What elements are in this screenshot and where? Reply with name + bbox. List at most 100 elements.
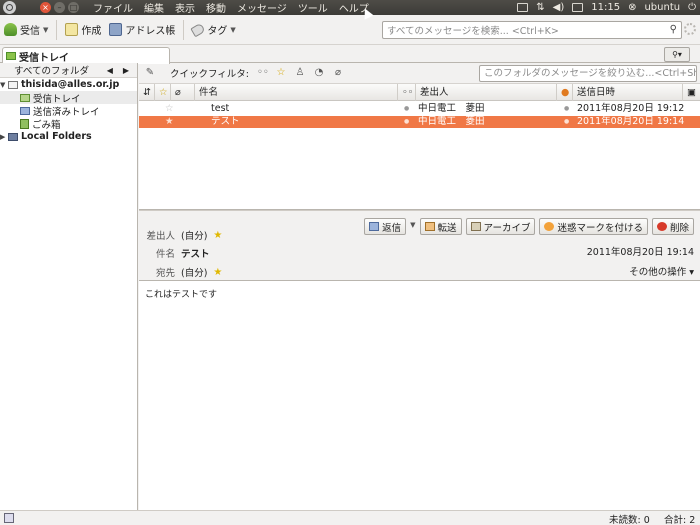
menu-go[interactable]: 移動 bbox=[206, 0, 226, 15]
folder-trash[interactable]: ごみ箱 bbox=[0, 117, 137, 131]
star-toggle-icon[interactable]: ★ bbox=[165, 116, 174, 128]
contact-filter-icon[interactable]: ♙ bbox=[295, 68, 305, 78]
delete-button[interactable]: 削除 bbox=[651, 218, 694, 235]
indicators: ⇅ ◀) 11:15 ⊗ ubuntu ⏻ bbox=[517, 0, 696, 15]
address-book-button[interactable]: アドレス帳 bbox=[109, 22, 175, 37]
app-menu-icon: ⚲▾ bbox=[672, 50, 682, 59]
inbox-icon bbox=[20, 93, 30, 102]
message-row[interactable]: ☆ test ● 中日電工 菱田 ● 2011年08月20日 19:12 bbox=[139, 103, 700, 115]
tag-filter-icon[interactable]: ◔ bbox=[314, 68, 324, 78]
minimize-window-button[interactable]: – bbox=[54, 2, 65, 13]
attachment-filter-icon[interactable]: ⌀ bbox=[333, 68, 343, 78]
user-icon: ⊗ bbox=[628, 2, 637, 13]
folder-view-label[interactable]: すべてのフォルダ bbox=[14, 63, 89, 77]
folder-inbox[interactable]: 受信トレイ bbox=[0, 91, 137, 105]
reply-button[interactable]: 返信 bbox=[364, 218, 407, 235]
user-name[interactable]: ubuntu bbox=[644, 2, 680, 13]
collapse-icon[interactable]: ▼ bbox=[0, 81, 8, 89]
ubuntu-logo-icon[interactable] bbox=[3, 1, 16, 14]
folder-label: ごみ箱 bbox=[32, 119, 61, 131]
message-from: 中日電工 菱田 bbox=[418, 103, 485, 114]
junk-button[interactable]: 迷惑マークを付ける bbox=[539, 218, 648, 235]
message-from: 中日電工 菱田 bbox=[418, 116, 485, 127]
unread-filter-icon[interactable]: ◦◦ bbox=[257, 68, 269, 78]
menu-edit[interactable]: 編集 bbox=[144, 0, 164, 15]
menu-view[interactable]: 表示 bbox=[175, 0, 195, 15]
clock[interactable]: 11:15 bbox=[591, 2, 620, 13]
star-toggle-icon[interactable]: ☆ bbox=[165, 103, 174, 115]
other-actions-button[interactable]: その他の操作 ▾ bbox=[629, 264, 694, 278]
close-window-button[interactable]: × bbox=[40, 2, 51, 13]
reply-label: 返信 bbox=[382, 222, 402, 234]
message-date: 2011年08月20日 19:14 bbox=[586, 247, 694, 258]
write-label: 作成 bbox=[81, 26, 102, 37]
menu-file[interactable]: ファイル bbox=[93, 0, 133, 15]
add-contact-star-icon[interactable]: ★ bbox=[213, 267, 222, 278]
power-icon[interactable]: ⏻ bbox=[688, 2, 696, 13]
inbox-tab-icon bbox=[6, 52, 16, 60]
junk-column-icon[interactable]: ● bbox=[557, 84, 573, 101]
read-column-icon[interactable]: ◦◦ bbox=[398, 84, 416, 101]
menubar: ファイル 編集 表示 移動 メッセージ ツール ヘルプ bbox=[93, 0, 369, 15]
maximize-window-button[interactable]: □ bbox=[68, 2, 79, 13]
address-book-icon bbox=[109, 23, 123, 36]
star-column-icon[interactable]: ☆ bbox=[155, 84, 171, 101]
thread-column-icon[interactable]: ⇵ bbox=[139, 84, 155, 101]
network-icon[interactable]: ⇅ bbox=[536, 2, 544, 13]
keyboard-icon[interactable] bbox=[517, 3, 529, 12]
mail-indicator-icon[interactable] bbox=[572, 3, 584, 12]
folder-local[interactable]: ▶ Local Folders bbox=[0, 130, 137, 143]
write-button[interactable]: 作成 bbox=[65, 22, 101, 37]
message-date: 2011年08月20日 19:14 bbox=[577, 116, 685, 127]
folder-sent[interactable]: 送信済みトレイ bbox=[0, 104, 137, 118]
from-value[interactable]: (自分) bbox=[181, 228, 207, 242]
total-count: 合計: 2 bbox=[664, 515, 696, 525]
message-subject: test bbox=[211, 103, 230, 114]
junk-status-icon[interactable]: ● bbox=[564, 103, 569, 115]
menu-tools[interactable]: ツール bbox=[298, 0, 328, 15]
read-status-icon[interactable]: ● bbox=[404, 103, 409, 115]
message-date: 2011年08月20日 19:12 bbox=[577, 103, 685, 114]
volume-icon[interactable]: ◀) bbox=[553, 2, 565, 13]
to-value[interactable]: (自分) bbox=[181, 265, 207, 279]
forward-button[interactable]: 転送 bbox=[419, 218, 462, 235]
quick-filter-placeholder: このフォルダのメッセージを絞り込む...<Ctrl+Shift+K> bbox=[484, 68, 696, 79]
archive-button[interactable]: アーカイブ bbox=[465, 218, 536, 235]
from-row: 差出人 (自分) ★ bbox=[145, 228, 222, 243]
column-date[interactable]: 送信日時 bbox=[573, 84, 683, 101]
add-contact-star-icon[interactable]: ★ bbox=[213, 230, 222, 241]
to-row: 宛先 (自分) ★ bbox=[145, 265, 222, 280]
app-menu-button[interactable]: ⚲▾ bbox=[664, 47, 690, 62]
message-body[interactable]: これはテストです bbox=[139, 281, 700, 510]
get-mail-icon bbox=[4, 23, 17, 36]
thread-header: ⇵ ☆ ⌀ 件名 ◦◦ 差出人 ● 送信日時 ▣ bbox=[139, 84, 700, 101]
menu-message[interactable]: メッセージ bbox=[237, 0, 287, 15]
global-search-input[interactable]: すべてのメッセージを検索... <Ctrl+K> ⚲ bbox=[382, 21, 682, 39]
starred-filter-icon[interactable]: ☆ bbox=[276, 68, 286, 78]
get-mail-dropdown-icon[interactable]: ▼ bbox=[43, 26, 48, 34]
column-picker-icon[interactable]: ▣ bbox=[683, 84, 700, 101]
folder-label: 受信トレイ bbox=[33, 93, 81, 105]
folder-view-next-button[interactable]: ▶ bbox=[123, 66, 129, 75]
message-row-selected[interactable]: ★ テスト ● 中日電工 菱田 ● 2011年08月20日 19:14 bbox=[139, 116, 700, 128]
expand-icon[interactable]: ▶ bbox=[0, 133, 8, 141]
attachment-column-icon[interactable]: ⌀ bbox=[171, 84, 195, 101]
tag-button[interactable]: タグ ▼ bbox=[190, 22, 236, 37]
search-icon[interactable]: ⚲ bbox=[670, 24, 677, 35]
reply-dropdown-icon[interactable]: ▼ bbox=[410, 218, 415, 235]
column-from[interactable]: 差出人 bbox=[416, 84, 557, 101]
pin-icon[interactable]: ✎ bbox=[145, 68, 155, 78]
column-subject[interactable]: 件名 bbox=[195, 84, 398, 101]
folder-account[interactable]: ▼ thisida@alles.or.jp bbox=[0, 78, 137, 91]
read-status-icon[interactable]: ● bbox=[404, 116, 409, 128]
folder-view-prev-button[interactable]: ◀ bbox=[107, 66, 113, 75]
get-mail-button[interactable]: 受信 ▼ bbox=[4, 22, 48, 37]
reply-icon bbox=[369, 222, 380, 231]
unread-count: 未読数: 0 bbox=[609, 515, 650, 525]
tab-inbox[interactable]: 受信トレイ bbox=[2, 47, 170, 64]
local-folders-label: Local Folders bbox=[21, 131, 92, 142]
quick-filter-label: クイックフィルタ: bbox=[170, 69, 250, 80]
offline-status-icon[interactable] bbox=[4, 513, 14, 523]
quick-filter-input[interactable]: このフォルダのメッセージを絞り込む...<Ctrl+Shift+K> bbox=[479, 65, 697, 82]
junk-status-icon[interactable]: ● bbox=[564, 116, 569, 128]
